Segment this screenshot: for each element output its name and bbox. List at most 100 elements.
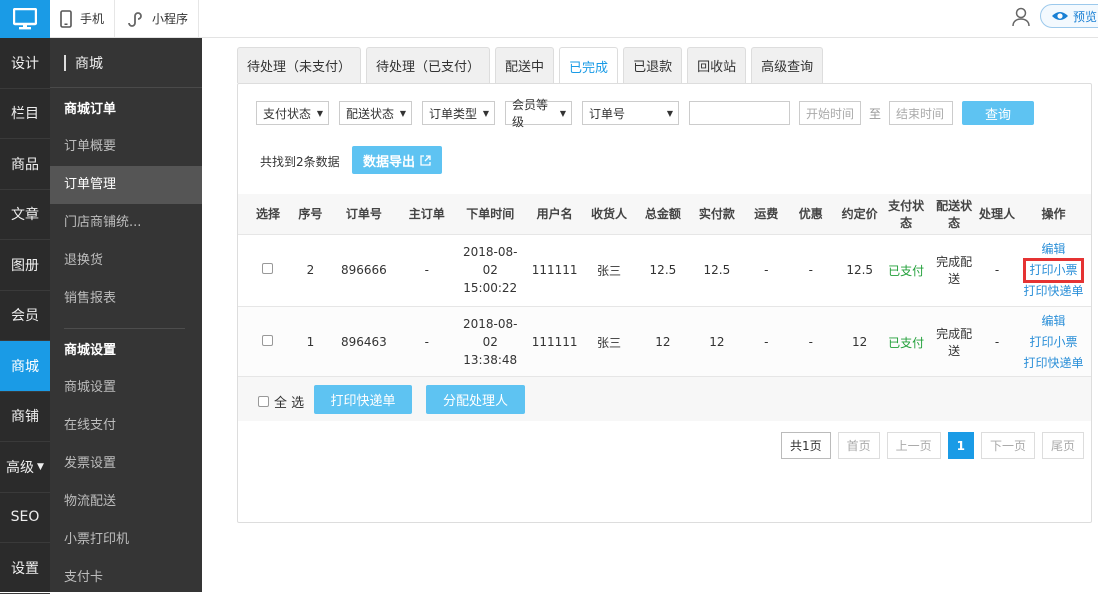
row-checkbox[interactable] [262, 263, 273, 274]
external-link-icon [420, 155, 431, 166]
sidebar-item-receipt-printer[interactable]: 小票打印机 [50, 521, 202, 559]
dropdown-arrow-icon: ▼ [400, 109, 406, 118]
end-time-input[interactable]: 结束时间 [889, 101, 953, 125]
page-first[interactable]: 首页 [838, 432, 880, 459]
export-button[interactable]: 数据导出 [352, 146, 442, 174]
order-type-label: 订单类型 [429, 105, 477, 122]
rail-item-columns[interactable]: 栏目 [0, 89, 50, 140]
edit-link[interactable]: 编辑 [1016, 311, 1091, 332]
ship-status-label: 配送状态 [346, 105, 394, 122]
cell-paid-amount: 12.5 [685, 234, 748, 306]
member-level-label: 会员等级 [512, 96, 556, 130]
col-total: 总金额 [640, 194, 685, 234]
dropdown-arrow-icon: ▼ [667, 109, 673, 118]
cell-agreed-price: 12 [837, 306, 882, 378]
query-button[interactable]: 查询 [962, 101, 1034, 125]
eye-icon [1051, 10, 1069, 22]
table-row: 1 896463 - 2018-08-0213:38:48 111111 张三 … [238, 306, 1091, 378]
order-type-select[interactable]: 订单类型▼ [422, 101, 495, 125]
search-input[interactable] [689, 101, 790, 125]
tab-pending-unpaid[interactable]: 待处理（未支付） [237, 47, 361, 83]
order-time-line: 15:00:22 [449, 279, 532, 297]
cell-agreed-price: 12.5 [837, 234, 882, 306]
col-freight: 运费 [748, 194, 784, 234]
cell-username: 111111 [532, 234, 578, 306]
col-ship-status: 配送状态 [930, 194, 978, 234]
page-last[interactable]: 尾页 [1042, 432, 1084, 459]
sidebar-item-order-management[interactable]: 订单管理 [50, 166, 202, 204]
rail-item-design[interactable]: 设计 [0, 38, 50, 89]
edit-link[interactable]: 编辑 [1016, 239, 1091, 260]
tab-recycle[interactable]: 回收站 [687, 47, 746, 83]
pay-status-select[interactable]: 支付状态▼ [256, 101, 329, 125]
sidebar-item-store-stats[interactable]: 门店商铺统... [50, 204, 202, 242]
page-prev[interactable]: 上一页 [887, 432, 941, 459]
rail-item-seo[interactable]: SEO [0, 493, 50, 544]
page-next[interactable]: 下一页 [981, 432, 1035, 459]
sidebar-item-sales-report[interactable]: 销售报表 [50, 280, 202, 318]
result-count: 共找到2条数据 [260, 153, 340, 170]
cell-discount: - [784, 234, 837, 306]
sidebar-item-returns[interactable]: 退换货 [50, 242, 202, 280]
ship-status-select[interactable]: 配送状态 ▼ [339, 101, 412, 125]
print-express-button[interactable]: 打印快递单 [314, 385, 412, 414]
order-time-line: 13:38:48 [449, 351, 532, 369]
rail-item-settings[interactable]: 设置 [0, 543, 50, 594]
miniapp-label: 小程序 [152, 10, 188, 27]
monitor-logo-icon[interactable] [0, 0, 50, 38]
bulk-action-bar: 全 选 打印快递单 分配处理人 [238, 376, 1091, 421]
orders-table: 选择 序号 订单号 主订单 下单时间 用户名 收货人 总金额 实付款 运费 优惠… [238, 194, 1091, 378]
select-all-checkbox[interactable] [258, 396, 269, 407]
orders-panel: 支付状态▼ 配送状态▼ 订单类型▼ 会员等级▼ 订单号▼ 开始时间 至 结束时间… [237, 83, 1092, 523]
col-paid-amount: 实付款 [685, 194, 748, 234]
col-select: 选择 [238, 194, 298, 234]
print-express-link[interactable]: 打印快递单 [1016, 353, 1091, 374]
miniapp-button[interactable]: 小程序 [116, 0, 199, 37]
tab-shipping[interactable]: 配送中 [495, 47, 554, 83]
preview-button[interactable]: 预览 [1040, 4, 1098, 28]
rail-item-albums[interactable]: 图册 [0, 240, 50, 291]
tab-advanced-search[interactable]: 高级查询 [751, 47, 823, 83]
assign-handler-button[interactable]: 分配处理人 [426, 385, 525, 414]
rail-item-mall[interactable]: 商城 [0, 341, 50, 392]
cell-order-time: 2018-08-0215:00:22 [449, 234, 532, 306]
tab-refunded[interactable]: 已退款 [623, 47, 682, 83]
phone-button[interactable]: 手机 [50, 0, 115, 37]
start-time-input[interactable]: 开始时间 [799, 101, 861, 125]
order-date-line1: 2018-08- [449, 315, 532, 333]
sidebar-item-pay-card[interactable]: 支付卡 [50, 559, 202, 597]
main-nav-rail: 设计 栏目 商品 文章 图册 会员 商城 商铺 高级▼ SEO 设置 [0, 0, 50, 592]
order-number-select[interactable]: 订单号▼ [582, 101, 679, 125]
print-express-link[interactable]: 打印快递单 [1016, 281, 1091, 302]
cell-handler: - [978, 234, 1016, 306]
group-settings: 商城设置 [50, 333, 202, 369]
rail-item-members[interactable]: 会员 [0, 291, 50, 342]
dropdown-arrow-icon: ▼ [317, 109, 323, 118]
col-pay-status: 支付状态 [882, 194, 930, 234]
rail-item-shops[interactable]: 商铺 [0, 392, 50, 443]
sidebar-item-invoice[interactable]: 发票设置 [50, 445, 202, 483]
print-receipt-link[interactable]: 打印小票 [1016, 260, 1091, 281]
member-level-select[interactable]: 会员等级▼ [505, 101, 572, 125]
sidebar-item-order-summary[interactable]: 订单概要 [50, 128, 202, 166]
col-actions: 操作 [1016, 194, 1091, 234]
phone-icon [60, 10, 72, 28]
row-checkbox[interactable] [262, 335, 273, 346]
select-all-label: 全 选 [274, 392, 304, 411]
tab-completed[interactable]: 已完成 [559, 47, 618, 84]
col-order-no: 订单号 [323, 194, 405, 234]
page-current[interactable]: 1 [948, 432, 974, 459]
rail-item-articles[interactable]: 文章 [0, 190, 50, 241]
rail-item-products[interactable]: 商品 [0, 139, 50, 190]
sidebar-item-online-payment[interactable]: 在线支付 [50, 407, 202, 445]
tab-pending-paid[interactable]: 待处理（已支付） [366, 47, 490, 83]
sidebar-item-logistics[interactable]: 物流配送 [50, 483, 202, 521]
sidebar-item-mall-settings[interactable]: 商城设置 [50, 369, 202, 407]
user-icon[interactable] [1012, 7, 1030, 31]
select-all[interactable]: 全 选 [258, 392, 304, 411]
rail-item-advanced[interactable]: 高级▼ [0, 442, 50, 493]
cell-main-order: - [405, 234, 449, 306]
print-receipt-link[interactable]: 打印小票 [1016, 332, 1091, 353]
cell-paid-amount: 12 [685, 306, 748, 378]
range-separator: 至 [869, 105, 881, 122]
